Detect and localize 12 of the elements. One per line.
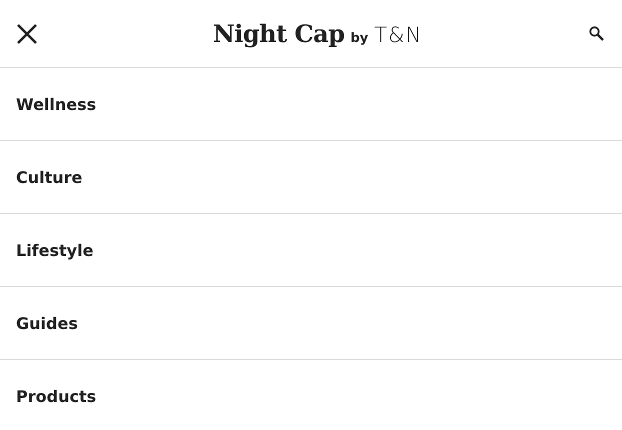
search-button[interactable]	[589, 26, 604, 41]
menu-item[interactable]: Products	[16, 386, 96, 406]
logo-title: Night Cap	[212, 19, 344, 48]
menu-item[interactable]: Lifestyle	[16, 240, 94, 260]
logo-by: by	[350, 31, 368, 46]
menu-item[interactable]: Wellness	[16, 94, 96, 114]
menu-item[interactable]: Culture	[16, 168, 82, 186]
menu-item[interactable]: Guides	[16, 314, 78, 332]
logo-brand: T&N	[374, 23, 422, 47]
close-button[interactable]	[16, 22, 38, 44]
search-icon	[589, 26, 604, 41]
close-icon	[16, 22, 38, 44]
